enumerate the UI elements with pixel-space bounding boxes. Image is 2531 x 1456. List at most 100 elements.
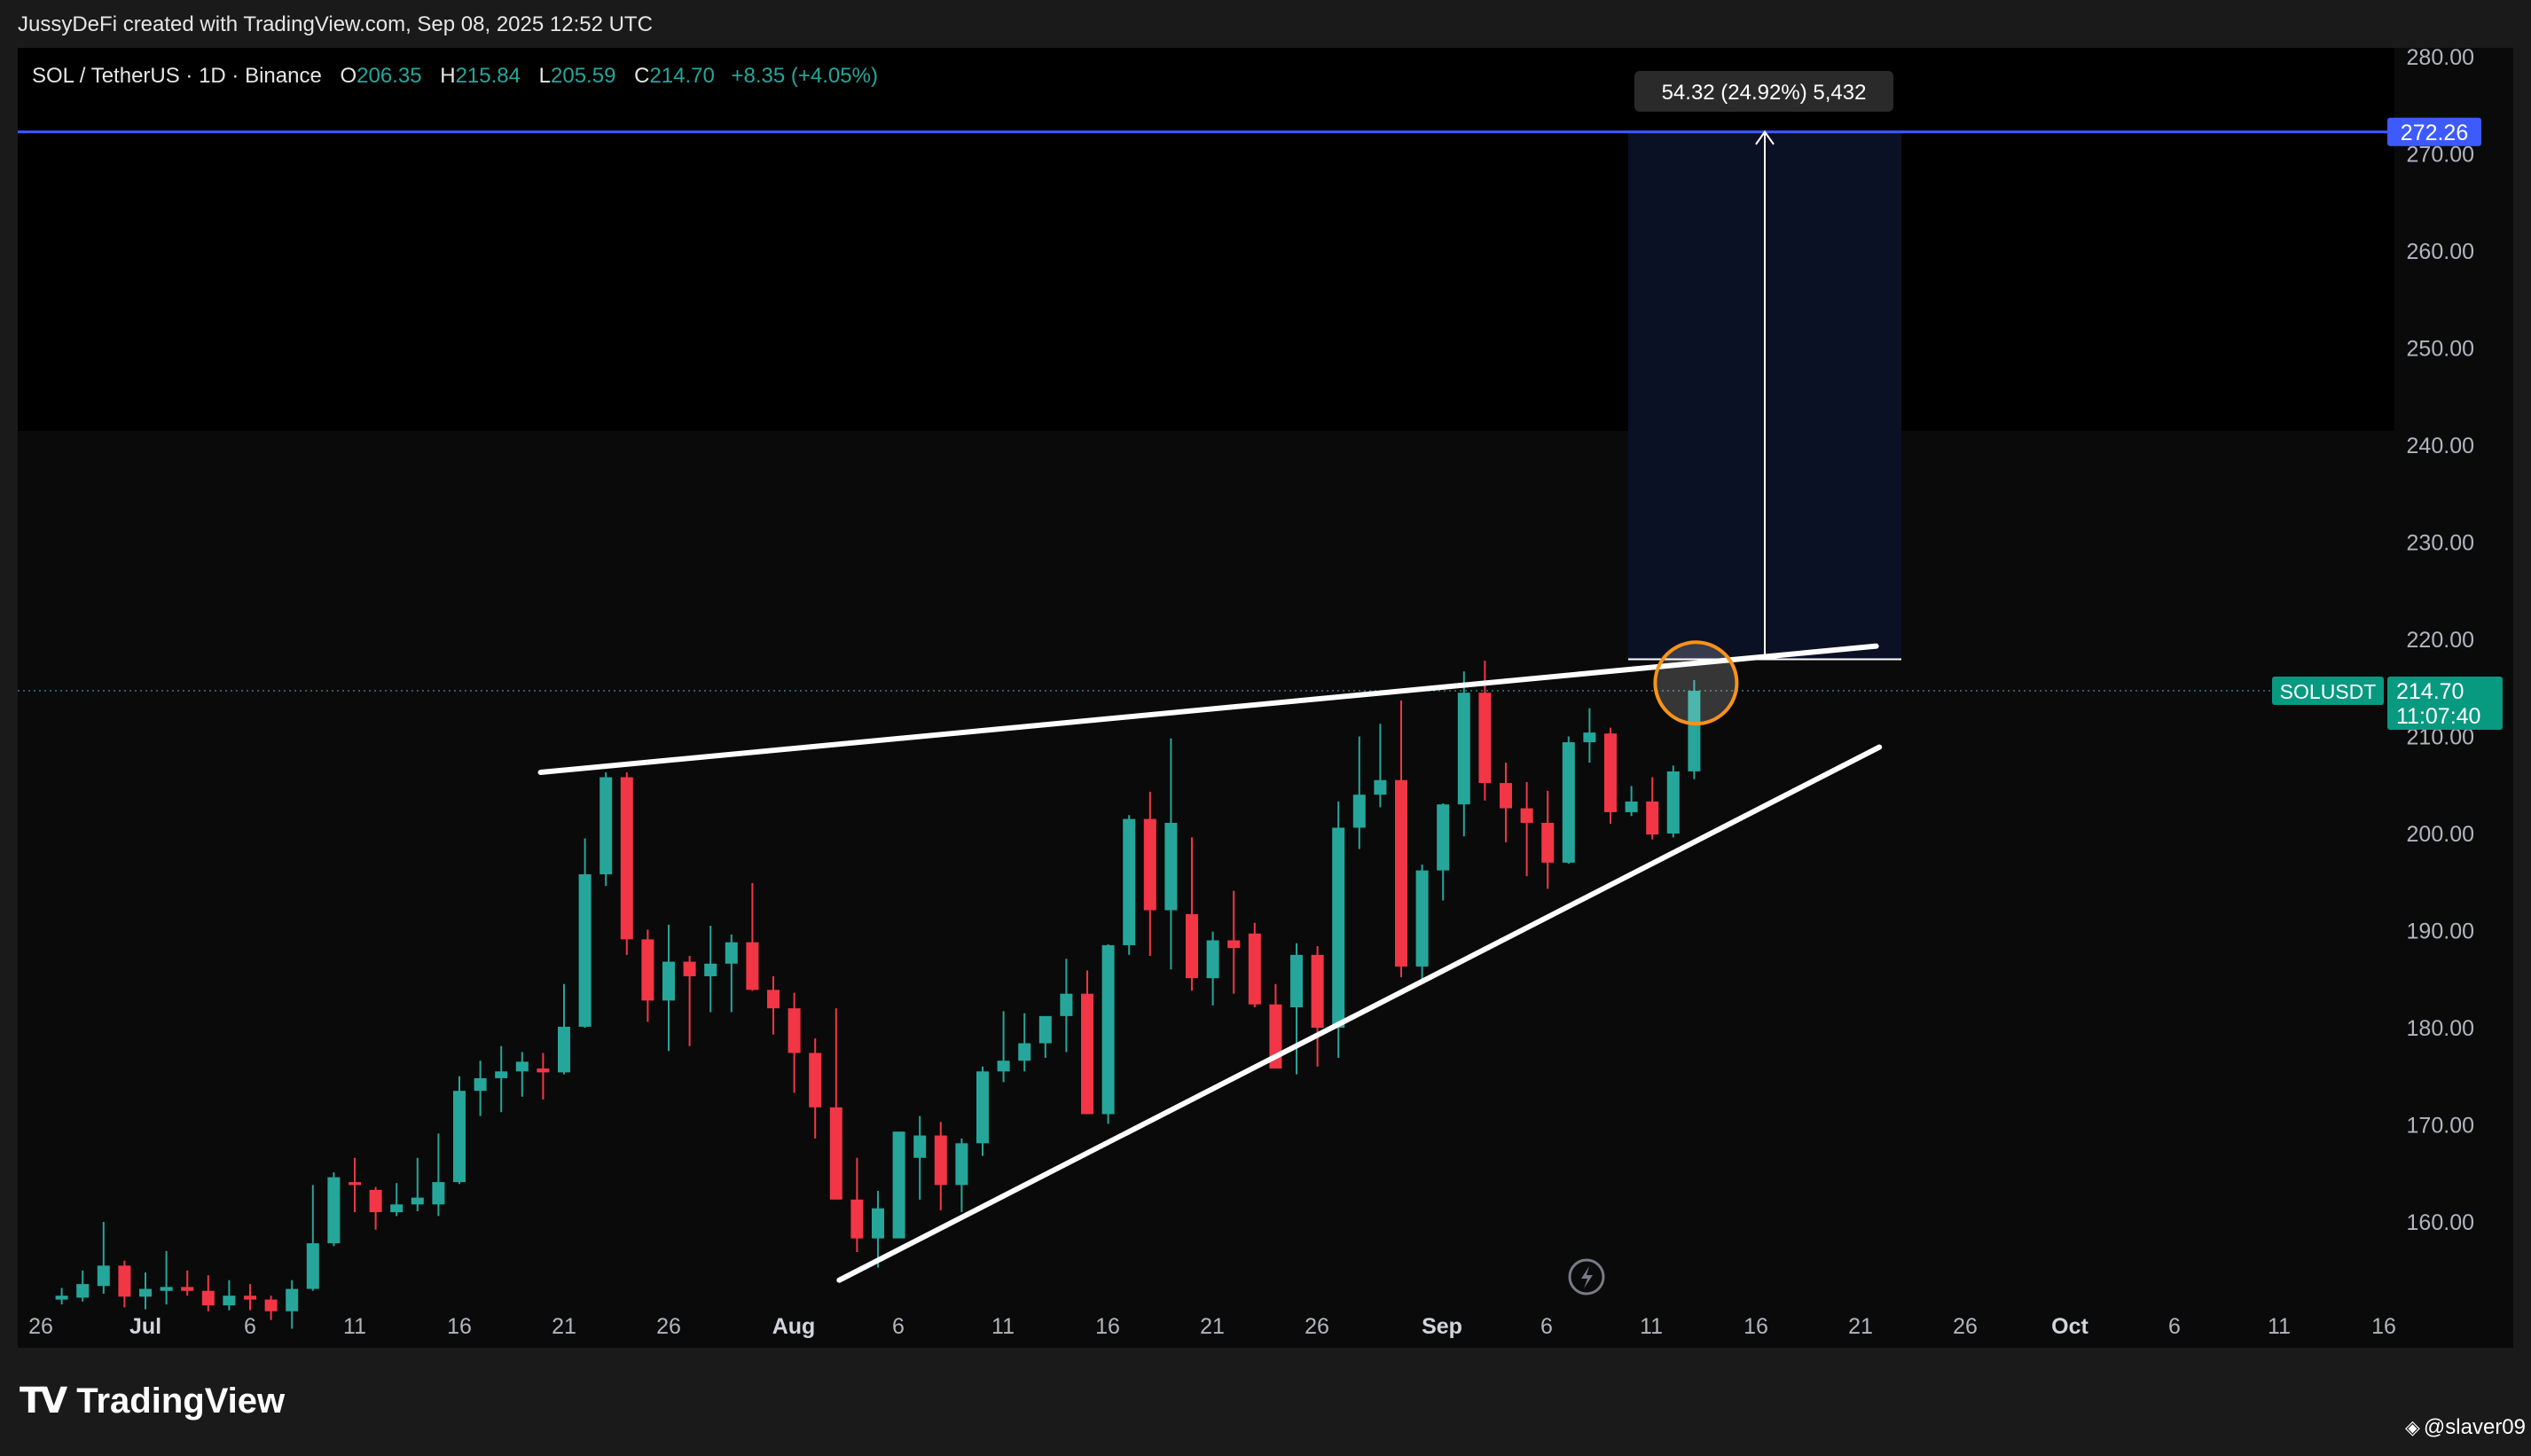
candle-body[interactable] bbox=[1123, 818, 1136, 945]
x-tick-label: 26 bbox=[1305, 1314, 1329, 1339]
change-value: +8.35 (+4.05%) bbox=[731, 64, 878, 88]
candle-body[interactable] bbox=[390, 1204, 404, 1213]
candle-body[interactable] bbox=[809, 1053, 822, 1108]
candle-body[interactable] bbox=[306, 1243, 319, 1289]
candle-body[interactable] bbox=[725, 942, 738, 964]
x-tick-label: 16 bbox=[2371, 1314, 2396, 1339]
candle-body[interactable] bbox=[432, 1182, 445, 1205]
symbol-title[interactable]: SOL / TetherUS · 1D · Binance bbox=[32, 64, 322, 88]
candle-body[interactable] bbox=[1374, 779, 1387, 795]
candle-body[interactable] bbox=[913, 1135, 927, 1158]
candle-body[interactable] bbox=[515, 1061, 529, 1072]
candle-body[interactable] bbox=[1248, 933, 1261, 1005]
candle-body[interactable] bbox=[453, 1091, 466, 1183]
candle-body[interactable] bbox=[181, 1287, 194, 1291]
candle-body[interactable] bbox=[955, 1143, 968, 1186]
x-tick-label: 26 bbox=[656, 1314, 681, 1339]
candle-body[interactable] bbox=[892, 1131, 905, 1239]
candle-body[interactable] bbox=[411, 1197, 424, 1205]
candle-body[interactable] bbox=[641, 939, 654, 1001]
x-tick-label: Oct bbox=[2051, 1314, 2088, 1339]
symbol-tag-text: SOLUSDT bbox=[2280, 680, 2377, 703]
candle-body[interactable] bbox=[872, 1208, 884, 1239]
candle-body[interactable] bbox=[1206, 940, 1219, 979]
candle-body[interactable] bbox=[327, 1177, 341, 1244]
candle-body[interactable] bbox=[1457, 693, 1470, 805]
candle-body[interactable] bbox=[704, 963, 717, 976]
candle-body[interactable] bbox=[244, 1296, 256, 1300]
candle-body[interactable] bbox=[558, 1026, 570, 1073]
candle-body[interactable] bbox=[1332, 827, 1345, 1028]
candle-body[interactable] bbox=[223, 1296, 236, 1306]
candle-body[interactable] bbox=[495, 1071, 508, 1078]
candle-body[interactable] bbox=[1352, 795, 1366, 828]
candle-body[interactable] bbox=[829, 1107, 842, 1200]
candle-body[interactable] bbox=[1395, 779, 1407, 967]
candle-body[interactable] bbox=[662, 961, 675, 1001]
candle-body[interactable] bbox=[1081, 993, 1093, 1115]
breakout-circle[interactable] bbox=[1653, 640, 1739, 726]
candle-body[interactable] bbox=[286, 1288, 299, 1311]
candle-body[interactable] bbox=[599, 777, 613, 874]
x-tick-label: 16 bbox=[1743, 1314, 1768, 1339]
candle-body[interactable] bbox=[1038, 1015, 1052, 1044]
symbol-ohlc-legend[interactable]: SOL / TetherUS · 1D · Binance O206.35 H2… bbox=[32, 64, 878, 89]
candle-body[interactable] bbox=[264, 1299, 278, 1311]
low-value: 205.59 bbox=[551, 64, 616, 88]
candle-body[interactable] bbox=[1478, 693, 1492, 784]
candle-body[interactable] bbox=[1437, 804, 1450, 871]
candle-body[interactable] bbox=[1415, 870, 1429, 967]
candle-body[interactable] bbox=[118, 1265, 131, 1297]
candle-body[interactable] bbox=[537, 1068, 550, 1073]
tradingview-logo[interactable]: 𝗧𝗩 TradingView bbox=[20, 1380, 285, 1422]
price-chart[interactable]: 280.00270.00260.00250.00240.00230.00220.… bbox=[0, 0, 2531, 1456]
candle-body[interactable] bbox=[1562, 742, 1575, 863]
candle-body[interactable] bbox=[76, 1284, 90, 1298]
candle-body[interactable] bbox=[578, 873, 592, 1027]
candle-body[interactable] bbox=[160, 1287, 173, 1291]
candle-body[interactable] bbox=[1143, 818, 1156, 911]
candle-body[interactable] bbox=[1604, 733, 1617, 812]
candle-body[interactable] bbox=[1646, 801, 1659, 835]
candle-body[interactable] bbox=[474, 1077, 487, 1092]
close-value: 214.70 bbox=[649, 64, 715, 88]
candle-body[interactable] bbox=[1060, 993, 1073, 1016]
candle-body[interactable] bbox=[55, 1296, 68, 1300]
candle-body[interactable] bbox=[1625, 801, 1638, 812]
x-tick-label: Sep bbox=[1422, 1314, 1462, 1339]
candle-body[interactable] bbox=[767, 990, 780, 1009]
candle-body[interactable] bbox=[1583, 732, 1596, 743]
candle-body[interactable] bbox=[201, 1290, 215, 1306]
x-tick-label: Aug bbox=[772, 1314, 816, 1339]
y-tick-label: 250.00 bbox=[2407, 337, 2474, 362]
candle-body[interactable] bbox=[1290, 954, 1303, 1008]
chart-pane-upper-shade bbox=[18, 48, 2394, 431]
candle-body[interactable] bbox=[1186, 913, 1198, 979]
candle-body[interactable] bbox=[997, 1061, 1010, 1072]
candle-body[interactable] bbox=[1520, 808, 1533, 823]
candle-body[interactable] bbox=[1227, 940, 1241, 949]
candle-body[interactable] bbox=[850, 1199, 864, 1239]
candle-body[interactable] bbox=[1018, 1043, 1031, 1061]
candle-body[interactable] bbox=[934, 1135, 947, 1186]
candle-body[interactable] bbox=[1541, 822, 1555, 863]
candle-body[interactable] bbox=[1101, 944, 1115, 1115]
candle-body[interactable] bbox=[349, 1182, 361, 1186]
candle-body[interactable] bbox=[788, 1008, 801, 1053]
y-tick-label: 280.00 bbox=[2407, 45, 2474, 70]
candle-body[interactable] bbox=[746, 942, 759, 990]
candle-body[interactable] bbox=[1666, 771, 1680, 834]
candle-body[interactable] bbox=[1500, 783, 1512, 809]
candle-body[interactable] bbox=[683, 961, 696, 976]
candle-body[interactable] bbox=[1311, 954, 1324, 1028]
x-tick-label: 6 bbox=[2168, 1314, 2181, 1339]
y-tick-label: 240.00 bbox=[2407, 434, 2474, 458]
x-tick-label: 6 bbox=[244, 1314, 256, 1339]
candle-body[interactable] bbox=[620, 777, 633, 940]
candle-body[interactable] bbox=[976, 1071, 989, 1144]
candle-body[interactable] bbox=[369, 1189, 382, 1213]
candle-body[interactable] bbox=[1164, 822, 1178, 911]
candle-body[interactable] bbox=[97, 1265, 110, 1287]
candle-body[interactable] bbox=[139, 1288, 152, 1297]
x-tick-label: 11 bbox=[343, 1314, 366, 1339]
